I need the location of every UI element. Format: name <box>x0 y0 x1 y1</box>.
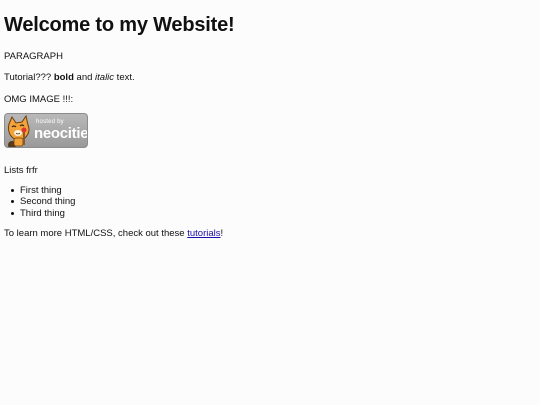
bold-text: bold <box>53 72 74 84</box>
lists-label: Lists frfr <box>4 164 38 176</box>
list-item: First thing <box>11 185 536 197</box>
neocities-logo-container: hosted by neocities <box>4 113 88 149</box>
tutorial-middle: and <box>73 72 96 84</box>
tutorial-prefix: Tutorial??? <box>4 72 54 84</box>
list-item: Third thing <box>11 208 536 220</box>
image-label: OMG IMAGE !!!: <box>4 93 74 105</box>
page: Welcome to my Website! PARAGRAPH Tutoria… <box>0 0 540 405</box>
tutorial-suffix: text. <box>114 72 135 84</box>
learn-suffix: ! <box>220 228 224 240</box>
italic-text: italic <box>95 72 115 84</box>
list-item: Second thing <box>11 196 536 208</box>
tutorials-link[interactable]: tutorials <box>187 228 220 239</box>
tutorial-line: Tutorial??? bold and italic text. <box>4 72 536 83</box>
thing-list: First thing Second thing Third thing <box>4 185 536 220</box>
learn-more-line: To learn more HTML/CSS, check out these … <box>4 228 536 239</box>
page-title: Welcome to my Website! <box>4 14 235 36</box>
neocities-logo: hosted by neocities <box>4 113 88 149</box>
paragraph-label: PARAGRAPH <box>4 51 63 62</box>
learn-prefix: To learn more HTML/CSS, check out these <box>4 228 188 240</box>
logo-brand-text: neocities <box>34 125 88 143</box>
